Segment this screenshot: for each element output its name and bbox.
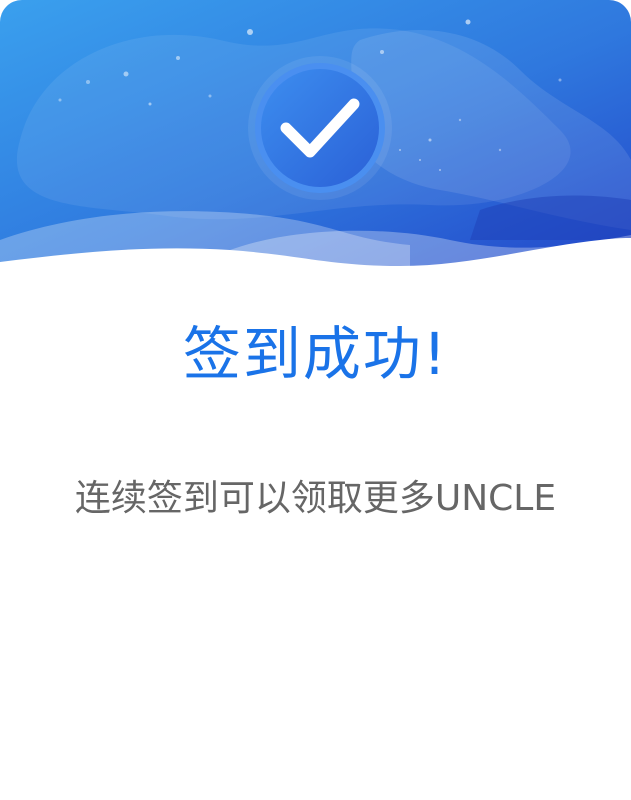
hero-banner xyxy=(0,0,631,270)
success-title: 签到成功! xyxy=(182,320,449,388)
success-message: 连续签到可以领取更多UNCLE xyxy=(74,478,557,519)
hero-illustration xyxy=(0,0,631,270)
checkin-success-dialog: 签到成功! 连续签到可以领取更多UNCLE xyxy=(0,0,631,800)
checkmark-circle xyxy=(255,63,385,193)
